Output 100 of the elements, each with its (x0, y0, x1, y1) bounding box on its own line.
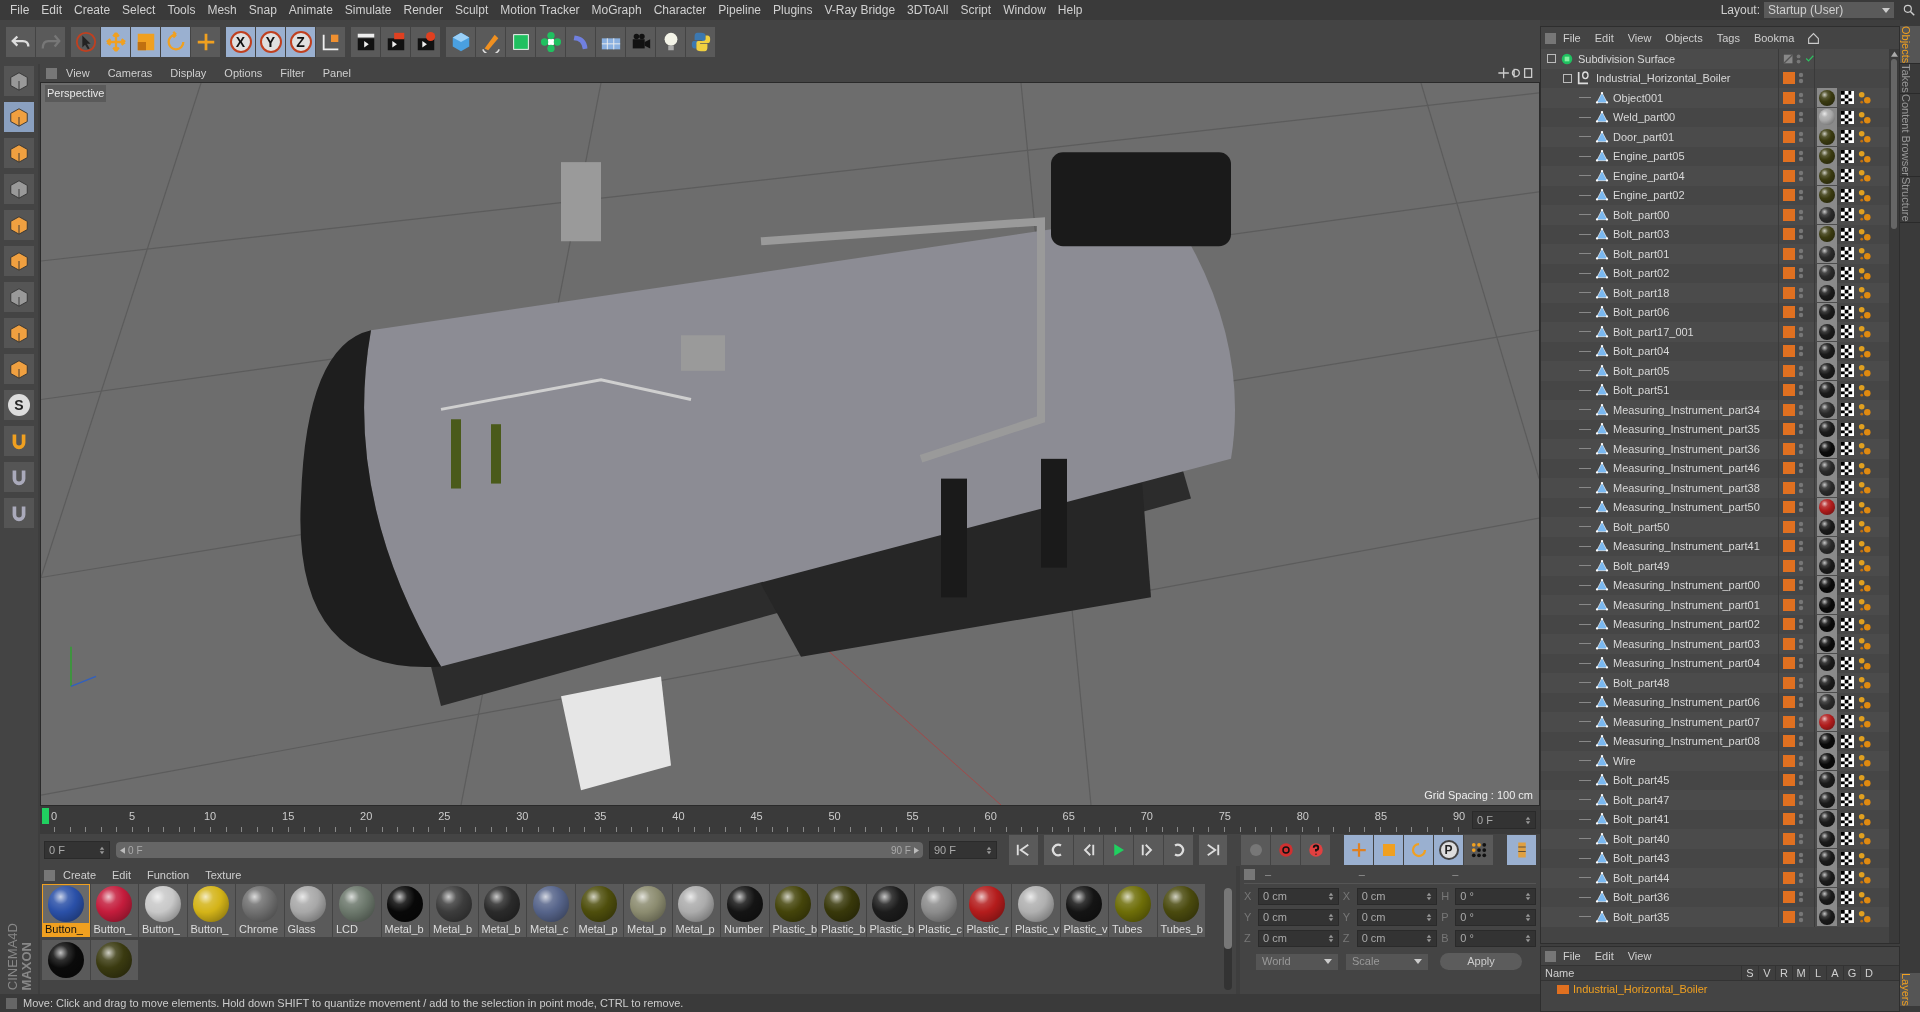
material-swatch[interactable]: Button_ (90, 884, 138, 937)
layer-swatch[interactable] (1783, 130, 1795, 143)
material-swatch[interactable]: Chrome (236, 884, 284, 937)
object-row[interactable]: Measuring_Instrument_part34 (1541, 400, 1889, 420)
layer-menu-item[interactable]: File (1556, 947, 1588, 965)
mode-button[interactable] (4, 102, 34, 132)
menu-item[interactable]: V-Ray Bridge (818, 1, 902, 19)
menu-item[interactable]: Character (647, 1, 713, 19)
object-row[interactable]: Bolt_part44 (1541, 868, 1889, 888)
python-button[interactable] (686, 27, 715, 57)
viewport-menu-item[interactable]: Display (161, 64, 216, 82)
camera-button[interactable] (626, 27, 655, 57)
mode-button[interactable] (4, 174, 34, 204)
next-key-button[interactable] (1163, 835, 1193, 865)
menu-item[interactable]: Snap (242, 1, 283, 19)
layer-swatch[interactable] (1783, 735, 1795, 748)
live-selection-button[interactable] (191, 27, 220, 57)
layer-swatch[interactable] (1783, 637, 1795, 650)
previous-key-button[interactable] (1043, 835, 1073, 865)
object-row[interactable]: Measuring_Instrument_part36 (1541, 439, 1889, 459)
menu-item[interactable]: Help (1051, 1, 1089, 19)
layer-swatch[interactable] (1783, 169, 1795, 182)
object-row[interactable]: Bolt_part49 (1541, 556, 1889, 576)
menu-item[interactable]: Render (397, 1, 449, 19)
layer-column-header[interactable]: G (1843, 964, 1860, 982)
mode-button[interactable] (4, 318, 34, 348)
play-button[interactable] (1103, 835, 1133, 865)
layer-swatch[interactable] (1783, 267, 1795, 280)
menu-item[interactable]: Select (116, 1, 162, 19)
undo-button[interactable] (6, 27, 35, 57)
viewport[interactable]: Perspective Grid Spacing : 100 cm (40, 82, 1540, 806)
layer-swatch[interactable] (1783, 423, 1795, 436)
material-swatch[interactable]: Plastic_v (1060, 884, 1108, 937)
object-row[interactable]: Bolt_part48 (1541, 673, 1889, 693)
layer-swatch[interactable] (1783, 462, 1795, 475)
layer-swatch[interactable] (1783, 306, 1795, 319)
menu-item[interactable]: Tools (161, 1, 202, 19)
object-row[interactable]: Measuring_Instrument_part01 (1541, 595, 1889, 615)
layer-swatch[interactable] (1783, 657, 1795, 670)
layer-swatch[interactable] (1783, 345, 1795, 358)
axis-lock-button[interactable]: Z (286, 27, 315, 57)
go-to-start-button[interactable] (1008, 835, 1038, 865)
layer-swatch[interactable] (1783, 189, 1795, 202)
layer-name[interactable]: Industrial_Horizontal_Boiler (1573, 980, 1708, 998)
material-menu-item[interactable]: Function (139, 866, 198, 884)
object-row[interactable]: Bolt_part17_001 (1541, 322, 1889, 342)
material-swatch[interactable]: Tubes_b (1157, 884, 1205, 937)
layer-swatch[interactable] (1783, 910, 1795, 923)
layer-swatch[interactable] (1783, 832, 1795, 845)
layer-column-header[interactable]: A (1826, 964, 1843, 982)
layer-column-header[interactable]: M (1792, 964, 1809, 982)
material-menu-item[interactable]: Texture (197, 866, 250, 884)
floor-button[interactable] (596, 27, 625, 57)
select-tool-button[interactable] (71, 27, 100, 57)
viewport-menu-item[interactable]: Filter (271, 64, 314, 82)
material-swatch[interactable] (42, 940, 90, 980)
viewport-menu-item[interactable]: Options (215, 64, 272, 82)
layer-swatch[interactable] (1783, 676, 1795, 689)
object-row[interactable]: Bolt_part18 (1541, 283, 1889, 303)
material-swatch[interactable]: Button_ (42, 884, 90, 937)
menu-item[interactable]: Sculpt (448, 1, 495, 19)
layer-swatch[interactable] (1783, 774, 1795, 787)
object-row[interactable]: Door_part01 (1541, 127, 1889, 147)
object-row[interactable]: Measuring_Instrument_part07 (1541, 712, 1889, 732)
go-to-end-button[interactable] (1198, 835, 1227, 865)
object-row[interactable]: Bolt_part47 (1541, 790, 1889, 810)
axis-lock-button[interactable]: Y (256, 27, 285, 57)
layer-swatch[interactable] (1783, 579, 1795, 592)
material-swatch[interactable]: Number (721, 884, 769, 937)
material-swatch[interactable]: Metal_p (624, 884, 672, 937)
object-row[interactable]: Engine_part04 (1541, 166, 1889, 186)
timeline-window-button[interactable] (1507, 835, 1536, 865)
menu-item[interactable]: Simulate (338, 1, 398, 19)
viewport-menu-item[interactable]: Panel (313, 64, 360, 82)
layer-swatch[interactable] (1783, 813, 1795, 826)
menu-item[interactable]: 3DToAll (901, 1, 955, 19)
material-swatch[interactable]: Metal_p (672, 884, 720, 937)
object-row[interactable]: Bolt_part50 (1541, 517, 1889, 537)
object-row[interactable]: Object001 (1541, 88, 1889, 108)
rotation-field[interactable]: 0 ° (1455, 909, 1536, 926)
material-swatch[interactable]: LCD (333, 884, 381, 937)
layer-swatch[interactable] (1783, 793, 1795, 806)
side-tab[interactable]: Objects (1900, 26, 1920, 65)
object-menu-item[interactable]: Bookma (1746, 29, 1802, 47)
material-swatch[interactable]: Metal_b (478, 884, 526, 937)
object-row[interactable]: Bolt_part40 (1541, 829, 1889, 849)
mode-button[interactable] (4, 246, 34, 276)
position-field[interactable]: 0 cm (1258, 930, 1339, 947)
viewport-menu-item[interactable]: Cameras (98, 64, 162, 82)
menu-item[interactable]: Window (997, 1, 1052, 19)
render-view-button[interactable] (351, 27, 380, 57)
layer-swatch[interactable] (1783, 715, 1795, 728)
layer-swatch[interactable] (1783, 481, 1795, 494)
render-to-picture-viewer-button[interactable] (381, 27, 410, 57)
subdivision-button[interactable] (506, 27, 535, 57)
object-menu-item[interactable]: Tags (1709, 29, 1747, 47)
pen-button[interactable] (476, 27, 505, 57)
material-swatch[interactable]: Metal_b (381, 884, 429, 937)
autokey-button[interactable] (1301, 835, 1330, 865)
mode-button[interactable] (4, 282, 34, 312)
